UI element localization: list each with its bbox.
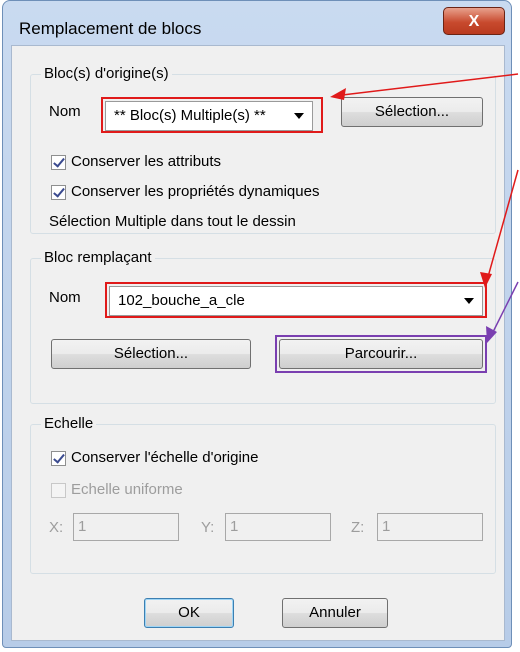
- annotation-arrows: [330, 73, 519, 343]
- red-arrow-replacement: [480, 169, 519, 288]
- purple-arrow-browse: [486, 281, 519, 343]
- red-arrow-origin: [330, 73, 519, 100]
